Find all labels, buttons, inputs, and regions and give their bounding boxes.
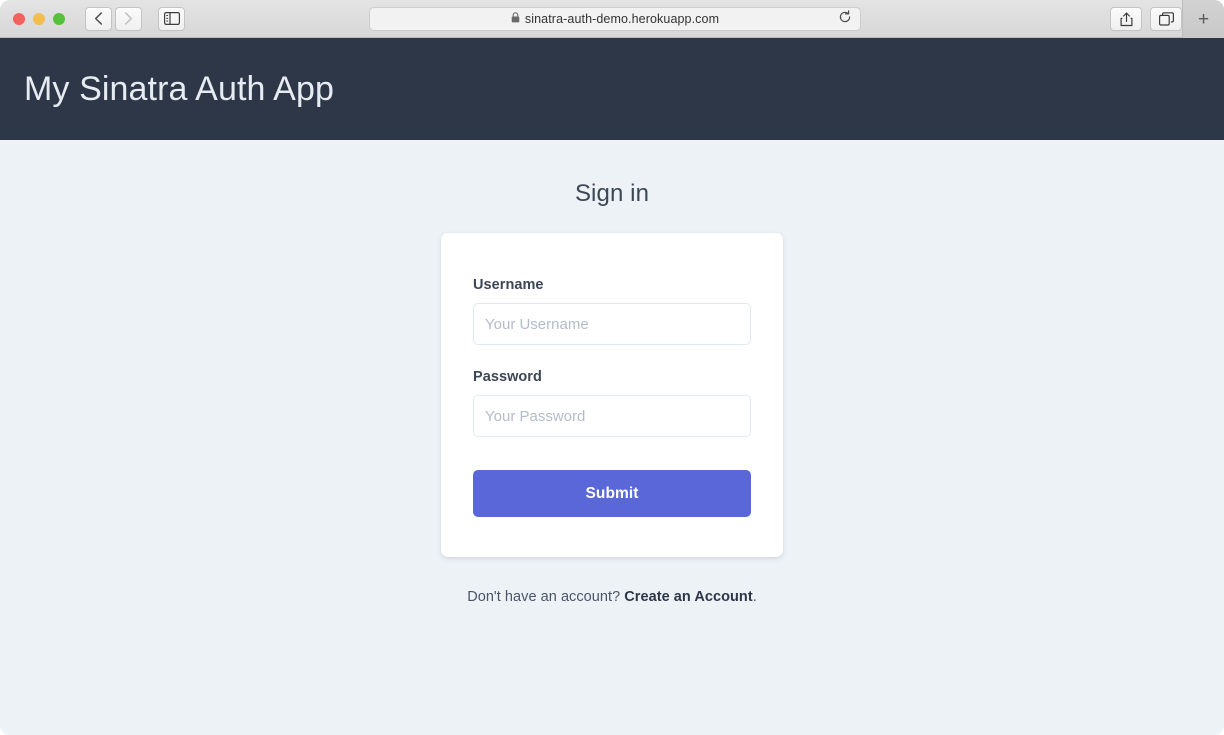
site-header: My Sinatra Auth App: [0, 38, 1224, 140]
reload-icon: [838, 9, 852, 29]
password-label: Password: [473, 369, 542, 385]
share-button[interactable]: [1110, 7, 1142, 31]
window-traffic-lights: [13, 12, 65, 25]
chevron-left-icon: [94, 12, 103, 25]
tabs-overview-icon: [1158, 12, 1174, 26]
create-account-note: Don't have an account? Create an Account…: [0, 589, 1224, 605]
create-account-prompt: Don't have an account?: [467, 589, 625, 605]
sign-in-card: Username Password Submit: [441, 233, 783, 557]
create-account-link[interactable]: Create an Account: [624, 589, 752, 605]
chevron-right-icon: [124, 12, 133, 25]
sidebar-toggle-group: [158, 6, 185, 31]
create-account-period: .: [752, 589, 757, 605]
share-icon: [1120, 12, 1133, 27]
lock-icon: [511, 10, 520, 28]
browser-window: sinatra-auth-demo.herokuapp.com + My Sin…: [0, 0, 1224, 735]
sidebar-icon: [163, 12, 180, 25]
username-label: Username: [473, 277, 544, 293]
page-viewport: My Sinatra Auth App Sign in Username Pas…: [0, 38, 1224, 734]
address-bar-url: sinatra-auth-demo.herokuapp.com: [524, 12, 720, 26]
tabs-overview-button[interactable]: [1150, 7, 1182, 31]
site-title: My Sinatra Auth App: [24, 69, 334, 108]
username-input[interactable]: [473, 303, 751, 345]
page-body: Sign in Username Password Submit Don't h…: [0, 140, 1224, 605]
forward-button[interactable]: [115, 6, 142, 31]
password-field-group: Password: [473, 369, 751, 437]
back-button[interactable]: [85, 6, 112, 31]
plus-icon: +: [1197, 8, 1210, 30]
reload-button[interactable]: [837, 9, 853, 29]
toolbar-actions: [1110, 7, 1182, 31]
submit-button[interactable]: Submit: [473, 470, 751, 517]
maximize-window-button[interactable]: [53, 12, 65, 25]
address-bar-content: sinatra-auth-demo.herokuapp.com: [511, 10, 719, 28]
password-input[interactable]: [473, 395, 751, 437]
browser-toolbar: sinatra-auth-demo.herokuapp.com +: [0, 0, 1224, 38]
address-bar[interactable]: sinatra-auth-demo.herokuapp.com: [369, 7, 861, 31]
username-field-group: Username: [473, 277, 751, 345]
sidebar-toggle-button[interactable]: [158, 6, 185, 31]
close-window-button[interactable]: [13, 12, 25, 25]
address-bar-container: sinatra-auth-demo.herokuapp.com: [369, 7, 861, 31]
minimize-window-button[interactable]: [33, 12, 45, 25]
page-title: Sign in: [574, 180, 650, 207]
new-tab-button[interactable]: +: [1182, 0, 1224, 38]
navigation-buttons: [85, 6, 142, 31]
